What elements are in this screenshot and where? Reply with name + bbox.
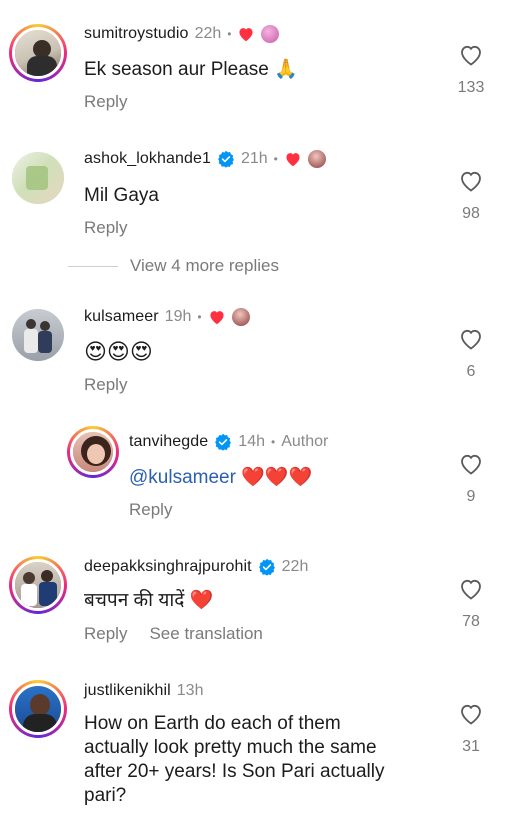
avatar[interactable] [9,24,67,82]
verified-badge-icon [258,558,276,576]
timestamp: 21h [240,150,268,167]
reply-button[interactable]: Reply [84,375,127,395]
creator-liked-heart-icon [237,26,255,42]
comment-text: Ek season aur Please 🙏 [84,59,298,80]
heart-outline-icon[interactable] [459,44,483,71]
username[interactable]: deepakksinghrajpurohit [84,558,252,576]
creator-liked-heart-icon [284,151,302,167]
divider-line [68,265,118,267]
verified-badge-icon [214,433,232,451]
timestamp: 19h [164,308,192,325]
timestamp: 13h [176,682,204,699]
comment-text-line: after 20+ years! Is Son Pari actually [84,761,385,782]
avatar[interactable] [9,556,67,614]
comment-text: Mil Gaya [84,185,159,206]
comment-text-line: pari? [84,785,127,806]
creator-avatar-icon [307,150,326,168]
reply-button[interactable]: Reply [84,218,127,238]
username[interactable]: sumitroystudio [84,25,189,43]
creator-liked-heart-icon [208,309,226,325]
separator-dot: • [271,435,276,449]
avatar[interactable] [12,309,64,361]
username[interactable]: justlikenikhil [84,682,171,700]
separator-dot: • [197,310,202,324]
reply-button[interactable]: Reply [84,92,127,112]
like-count: 6 [466,363,476,380]
like-count: 78 [462,613,480,630]
heart-outline-icon[interactable] [459,703,483,730]
like-count: 133 [457,79,485,96]
timestamp: 22h [281,558,309,575]
comment-text: ❤️❤️❤️ [235,467,313,488]
view-more-replies-button[interactable]: View 4 more replies [68,256,279,276]
comment-text: How on Earth do each of them actually lo… [84,712,434,808]
like-count: 31 [462,738,480,755]
username[interactable]: tanvihegde [129,433,208,451]
verified-badge-icon [217,150,235,168]
heart-outline-icon[interactable] [459,170,483,197]
avatar[interactable] [67,426,119,478]
reply-button[interactable]: Reply [129,500,172,520]
avatar[interactable] [9,680,67,738]
timestamp: 14h [238,433,265,450]
author-label: Author [281,433,329,450]
view-more-label[interactable]: View 4 more replies [130,256,279,276]
heart-outline-icon[interactable] [459,578,483,605]
heart-outline-icon[interactable] [459,453,483,480]
heart-outline-icon[interactable] [459,328,483,355]
comment-text: बचपन की यादें ❤️ [84,590,214,611]
avatar[interactable] [12,152,64,204]
creator-avatar-icon [261,25,280,43]
comment-text-line: actually look pretty much the same [84,737,377,758]
separator-dot: • [273,152,278,166]
see-translation-button[interactable]: See translation [149,624,262,644]
separator-dot: • [227,27,232,41]
username[interactable]: ashok_lokhande1 [84,150,211,168]
comment-text: 😍😍😍 [84,339,153,364]
timestamp: 22h [194,25,222,42]
comment-text-line: How on Earth do each of them [84,713,341,734]
creator-avatar-icon [231,308,250,326]
like-count: 9 [466,488,476,505]
mention-link[interactable]: @kulsameer [129,467,236,488]
like-count: 98 [462,205,480,222]
username[interactable]: kulsameer [84,308,159,326]
reply-button[interactable]: Reply [84,624,127,644]
